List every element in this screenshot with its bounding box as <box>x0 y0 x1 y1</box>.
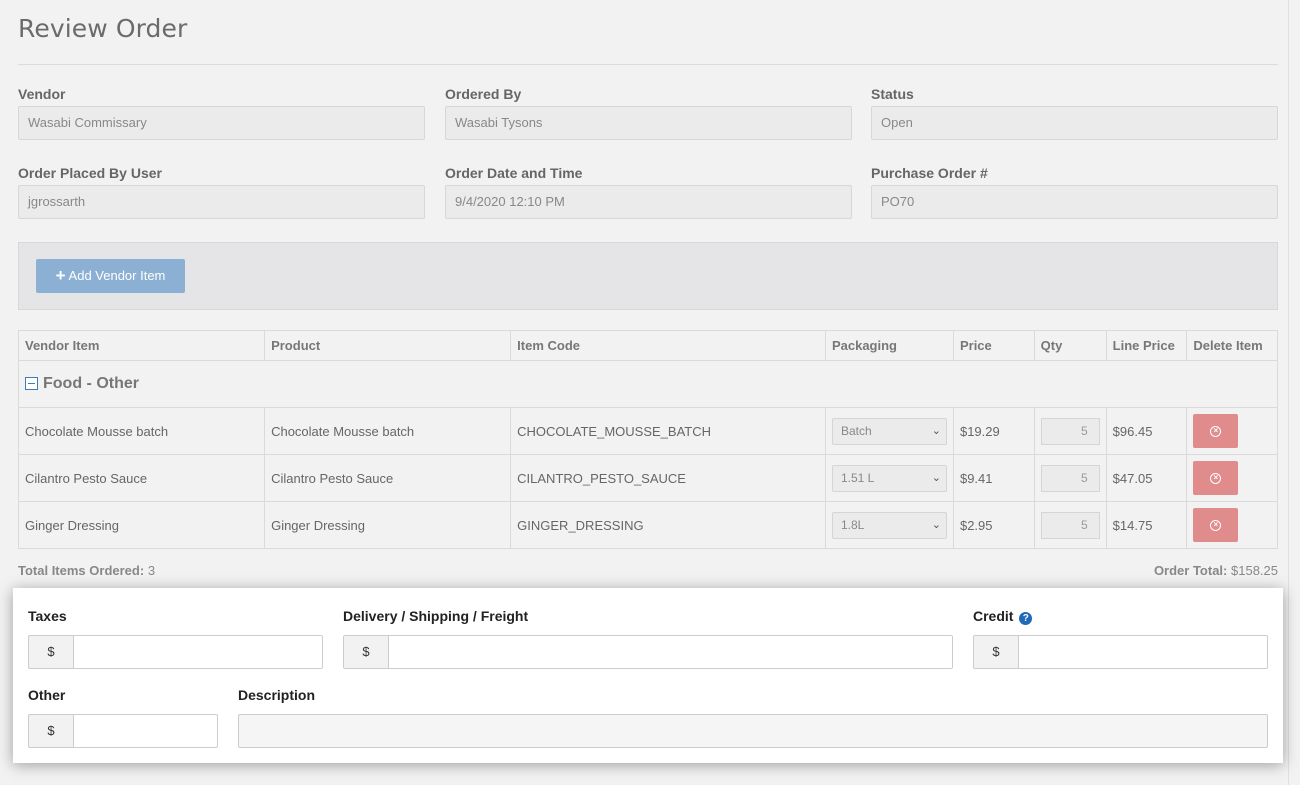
page-title: Review Order <box>18 14 188 43</box>
col-header-delete-item[interactable]: Delete Item <box>1186 330 1278 361</box>
order-items-table: Vendor Item Product Item Code Packaging … <box>17 330 1278 549</box>
group-header[interactable]: Food - Other <box>25 375 139 393</box>
total-items-label: Total Items Ordered: <box>18 563 145 578</box>
help-icon[interactable]: ? <box>1019 612 1033 625</box>
add-vendor-item-label: Add Vendor Item <box>68 268 166 283</box>
cell-line-price: $14.75 <box>1105 501 1188 549</box>
credit-label-wrap: Credit ? <box>973 608 1033 625</box>
credit-input-group: $ <box>973 635 1268 669</box>
currency-addon: $ <box>28 635 73 669</box>
taxes-label: Taxes <box>28 608 67 624</box>
status-input[interactable]: Open <box>871 106 1278 140</box>
currency-addon: $ <box>343 635 388 669</box>
qty-input[interactable]: 5 <box>1040 464 1100 492</box>
additional-charges-panel: Taxes $ Delivery / Shipping / Freight $ … <box>13 588 1283 763</box>
placed-by-input[interactable]: jgrossarth <box>18 185 425 219</box>
chevron-down-icon: ⌄ <box>931 518 941 531</box>
cell-item-code: CHOCOLATE_MOUSSE_BATCH <box>510 407 826 455</box>
order-totals: Total Items Ordered: 3 Order Total: $158… <box>18 563 1278 578</box>
packaging-value: 1.8L <box>840 517 865 532</box>
status-label: Status <box>871 86 914 102</box>
plus-icon: + <box>55 266 66 285</box>
ordered-by-input[interactable]: Wasabi Tysons <box>445 106 852 140</box>
order-total-value: $158.25 <box>1231 563 1278 578</box>
col-header-price[interactable]: Price <box>952 330 1035 361</box>
table-row: Cilantro Pesto Sauce Cilantro Pesto Sauc… <box>17 454 1278 502</box>
credit-input[interactable] <box>1018 635 1268 669</box>
col-header-line-price[interactable]: Line Price <box>1105 330 1188 361</box>
other-input-group: $ <box>28 714 218 748</box>
packaging-value: Batch <box>840 423 872 438</box>
qty-input[interactable]: 5 <box>1040 417 1100 445</box>
group-row: Food - Other <box>18 360 1278 408</box>
delete-item-button[interactable]: × <box>1193 508 1239 542</box>
po-number-input[interactable]: PO70 <box>871 185 1278 219</box>
taxes-input[interactable] <box>73 635 323 669</box>
col-header-item-code[interactable]: Item Code <box>510 330 826 361</box>
cell-vendor-item: Cilantro Pesto Sauce <box>17 454 266 502</box>
cell-line-price: $96.45 <box>1105 407 1188 455</box>
order-datetime-input[interactable]: 9/4/2020 12:10 PM <box>445 185 852 219</box>
vendor-input[interactable]: Wasabi Commissary <box>18 106 425 140</box>
currency-addon: $ <box>28 714 73 748</box>
cell-product: Cilantro Pesto Sauce <box>264 454 512 502</box>
description-input[interactable] <box>238 714 1268 748</box>
description-label: Description <box>238 687 316 703</box>
credit-label: Credit <box>973 608 1014 624</box>
close-circle-icon: × <box>1210 425 1222 437</box>
add-vendor-item-button[interactable]: + Add Vendor Item <box>36 259 185 293</box>
col-header-packaging[interactable]: Packaging <box>824 330 954 361</box>
title-divider <box>18 64 1278 65</box>
delete-item-button[interactable]: × <box>1193 461 1239 495</box>
delivery-input-group: $ <box>343 635 953 669</box>
delivery-input[interactable] <box>388 635 953 669</box>
other-label: Other <box>28 687 66 703</box>
col-header-qty[interactable]: Qty <box>1033 330 1107 361</box>
delete-item-button[interactable]: × <box>1193 414 1239 448</box>
col-header-product[interactable]: Product <box>264 330 512 361</box>
cell-product: Chocolate Mousse batch <box>264 407 512 455</box>
chevron-down-icon: ⌄ <box>931 424 941 437</box>
currency-addon: $ <box>973 635 1018 669</box>
cell-vendor-item: Chocolate Mousse batch <box>17 407 266 455</box>
packaging-value: 1.51 L <box>840 470 875 485</box>
packaging-select[interactable]: 1.51 L ⌄ <box>831 464 947 492</box>
po-number-label: Purchase Order # <box>871 165 988 181</box>
qty-input[interactable]: 5 <box>1040 511 1100 539</box>
group-name: Food - Other <box>43 374 139 392</box>
packaging-select[interactable]: Batch ⌄ <box>831 417 947 445</box>
table-header-row: Vendor Item Product Item Code Packaging … <box>17 330 1278 361</box>
packaging-select[interactable]: 1.8L ⌄ <box>831 511 947 539</box>
cell-price: $9.41 <box>952 454 1035 502</box>
order-total-label: Order Total: <box>1153 563 1228 578</box>
cell-vendor-item: Ginger Dressing <box>17 501 266 549</box>
table-row: Chocolate Mousse batch Chocolate Mousse … <box>17 407 1278 455</box>
order-total: Order Total: $158.25 <box>1154 563 1278 578</box>
other-input[interactable] <box>73 714 218 748</box>
items-toolbar: + Add Vendor Item <box>18 242 1278 310</box>
col-header-vendor-item[interactable]: Vendor Item <box>17 330 266 361</box>
close-circle-icon: × <box>1210 519 1222 531</box>
taxes-input-group: $ <box>28 635 323 669</box>
cell-line-price: $47.05 <box>1105 454 1188 502</box>
cell-item-code: GINGER_DRESSING <box>510 501 826 549</box>
page-right-border <box>1288 0 1289 785</box>
table-row: Ginger Dressing Ginger Dressing GINGER_D… <box>17 501 1278 549</box>
ordered-by-label: Ordered By <box>445 86 522 102</box>
vendor-label: Vendor <box>18 86 66 102</box>
cell-price: $2.95 <box>952 501 1035 549</box>
cell-item-code: CILANTRO_PESTO_SAUCE <box>510 454 826 502</box>
total-items-value: 3 <box>147 563 156 578</box>
chevron-down-icon: ⌄ <box>931 471 941 484</box>
cell-product: Ginger Dressing <box>264 501 512 549</box>
delivery-label: Delivery / Shipping / Freight <box>343 608 529 624</box>
close-circle-icon: × <box>1210 472 1222 484</box>
cell-price: $19.29 <box>952 407 1035 455</box>
order-datetime-label: Order Date and Time <box>445 165 583 181</box>
placed-by-label: Order Placed By User <box>18 165 162 181</box>
collapse-icon[interactable] <box>25 377 38 391</box>
